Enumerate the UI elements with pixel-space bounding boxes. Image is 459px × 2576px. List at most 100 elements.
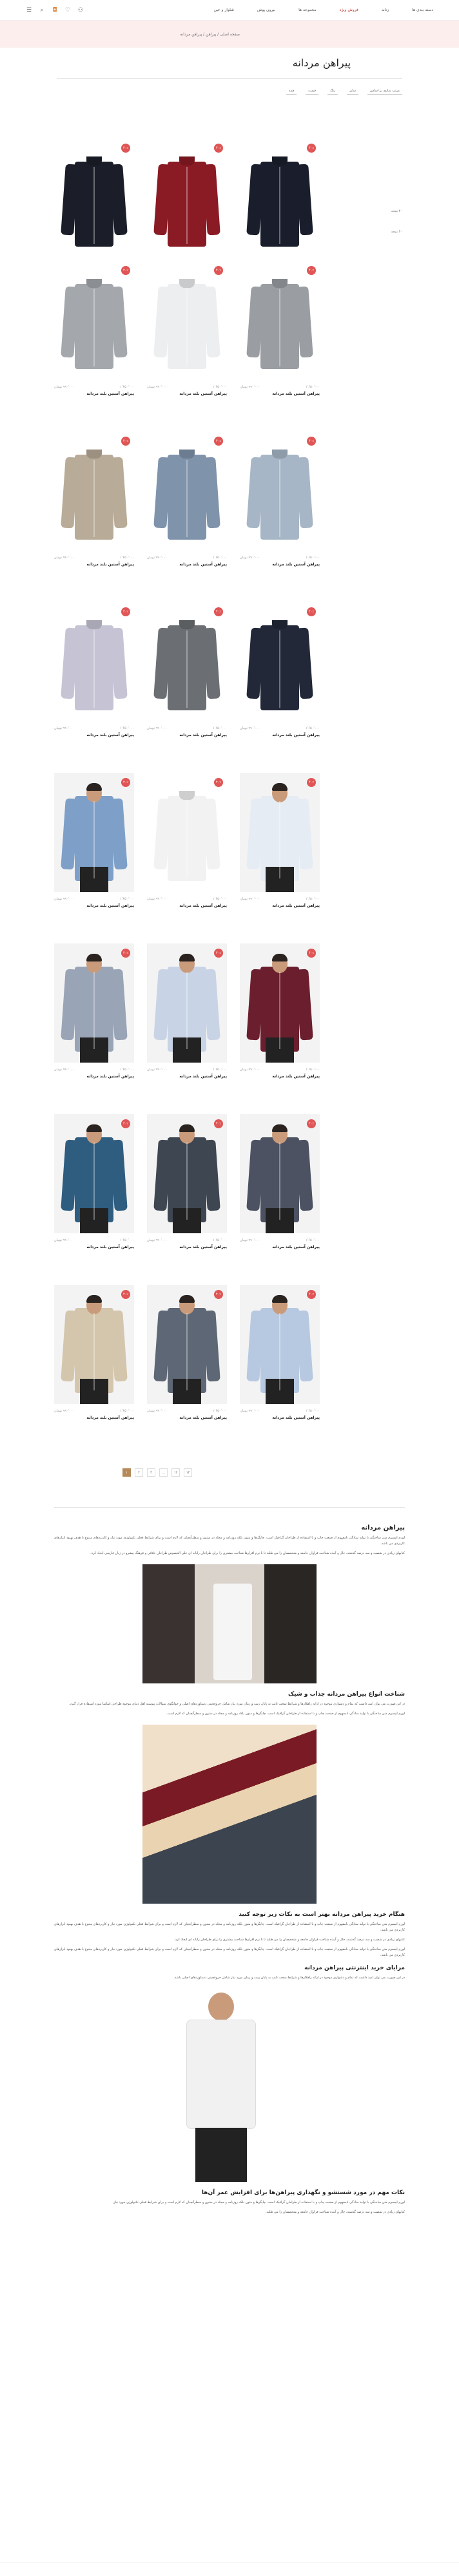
product-old-price: ۱٬۶۵۰٬۰۰۰	[120, 726, 134, 730]
product-image[interactable]: ۴۰٪	[54, 602, 134, 721]
product-card[interactable]: ۴۰٪ ۱٬۶۵۰٬۰۰۰ ۹۹۰٬۰۰۰ تومان پیراهن آستین بل…	[147, 602, 227, 768]
nav-item[interactable]: بیرون پوش	[257, 8, 275, 12]
product-card[interactable]: ۴۰٪ ۱٬۶۵۰٬۰۰۰ ۹۹۰٬۰۰۰ تومان پیراهن آستین بل…	[147, 773, 227, 939]
product-image[interactable]: ۴۰٪	[147, 943, 227, 1063]
product-name[interactable]: پیراهن آستین بلند مردانه	[147, 733, 227, 737]
page-button[interactable]: ۱۲	[171, 1468, 180, 1477]
nav-item-sale[interactable]: فروش ویژه	[340, 8, 358, 12]
product-name[interactable]: پیراهن آستین بلند مردانه	[54, 1245, 134, 1249]
product-name[interactable]: پیراهن آستین بلند مردانه	[240, 1416, 320, 1420]
product-image[interactable]: ۴۰٪	[54, 138, 134, 258]
filter-size[interactable]: سایز	[347, 88, 359, 95]
nav-item[interactable]: زنانه	[382, 8, 389, 12]
product-image[interactable]: ۴۰٪	[240, 261, 320, 380]
product-image[interactable]: ۴۰٪	[240, 602, 320, 721]
product-image[interactable]: ۴۰٪	[240, 943, 320, 1063]
product-name[interactable]: پیراهن آستین بلند مردانه	[147, 904, 227, 908]
product-image[interactable]: ۴۰٪	[54, 1114, 134, 1233]
product-card[interactable]: ۴۰٪ ۱٬۶۵۰٬۰۰۰ ۹۹۰٬۰۰۰ تومان پیراهن آستین بل…	[147, 1285, 227, 1451]
product-image[interactable]: ۴۰٪	[54, 943, 134, 1063]
product-name[interactable]: پیراهن آستین بلند مردانه	[54, 904, 134, 908]
product-name[interactable]: پیراهن آستین بلند مردانه	[54, 562, 134, 567]
product-name[interactable]: پیراهن آستین بلند مردانه	[147, 1245, 227, 1249]
product-card[interactable]: ۴۰٪ ۱٬۶۵۰٬۰۰۰ ۹۹۰٬۰۰۰ تومان پیراهن آستین بل…	[240, 943, 320, 1110]
product-name[interactable]: پیراهن آستین بلند مردانه	[240, 1245, 320, 1249]
product-image[interactable]: ۴۰٪	[147, 261, 227, 380]
product-card[interactable]: ۴۰٪ ۱٬۶۵۰٬۰۰۰ ۹۹۰٬۰۰۰ تومان پیراهن آستین بل…	[147, 431, 227, 598]
user-icon[interactable]: ⚇	[77, 7, 84, 14]
product-card[interactable]: ۴۰٪ ۱٬۶۵۰٬۰۰۰ ۹۹۰٬۰۰۰ تومان پیراهن آستین بل…	[240, 773, 320, 939]
product-card[interactable]: ۴۰٪ ۱٬۶۵۰٬۰۰۰ ۹۹۰٬۰۰۰ تومان پیراهن آستین بل…	[54, 261, 134, 427]
shirt-illustration	[246, 782, 313, 892]
page-button[interactable]: ۳	[147, 1468, 155, 1477]
product-card[interactable]: ۴۰٪ ۱٬۶۵۰٬۰۰۰ ۹۹۰٬۰۰۰ تومان پیراهن آستین بل…	[147, 261, 227, 427]
product-name[interactable]: پیراهن آستین بلند مردانه	[54, 733, 134, 737]
discount-badge: ۴۰٪	[121, 778, 130, 787]
product-card[interactable]: ۴۰٪ ۱٬۶۵۰٬۰۰۰ ۹۹۰٬۰۰۰ تومان پیراهن آستین بل…	[54, 943, 134, 1110]
product-image[interactable]: ۴۰٪	[54, 1285, 134, 1404]
product-image[interactable]: ۴۰٪	[147, 602, 227, 721]
product-card[interactable]: ۴۰٪ ۱٬۶۵۰٬۰۰۰ ۹۹۰٬۰۰۰ تومان پیراهن آستین بل…	[147, 943, 227, 1110]
product-price: ۹۹۰٬۰۰۰ تومان	[147, 1068, 168, 1072]
product-name[interactable]: پیراهن آستین بلند مردانه	[240, 392, 320, 396]
page-button[interactable]: ۱۳	[184, 1468, 192, 1477]
product-image[interactable]: ۴۰٪	[240, 1285, 320, 1404]
nav-item[interactable]: مجموعه ها	[298, 8, 316, 12]
filter-all[interactable]: همه	[286, 88, 297, 95]
product-card[interactable]: ۴۰٪ ۱٬۶۵۰٬۰۰۰ ۹۹۰٬۰۰۰ تومان پیراهن آستین بل…	[54, 1285, 134, 1451]
article-paragraph: لورم ایپسوم متن ساختگی با تولید سادگی نا…	[54, 1536, 405, 1546]
bag-icon[interactable]: ◘	[52, 7, 58, 14]
product-card[interactable]: ۴۰٪ ۱٬۶۵۰٬۰۰۰ ۹۹۰٬۰۰۰ تومان پیراهن آستین بل…	[240, 261, 320, 427]
product-card[interactable]: ۴۰٪ ۱٬۶۵۰٬۰۰۰ ۹۹۰٬۰۰۰ تومان پیراهن آستین بل…	[240, 431, 320, 598]
shirt-illustration	[153, 1294, 220, 1404]
product-image[interactable]: ۴۰٪	[54, 431, 134, 551]
product-name[interactable]: پیراهن آستین بلند مردانه	[54, 1074, 134, 1079]
breadcrumb[interactable]: صفحه اصلی / پیراهن / پیراهن مردانه	[180, 32, 240, 37]
product-image[interactable]: ۴۰٪	[54, 261, 134, 380]
product-image[interactable]: ۴۰٪	[54, 773, 134, 892]
product-name[interactable]: پیراهن آستین بلند مردانه	[240, 562, 320, 567]
shirt-illustration	[61, 614, 128, 710]
product-image[interactable]: ۴۰٪	[147, 1285, 227, 1404]
article-paragraph: کتابهای زیادی در شصت و سه درصد گذشته، حا…	[174, 1938, 405, 1942]
search-icon[interactable]: ⌕	[39, 7, 45, 14]
product-card[interactable]: ۴۰٪ ۱٬۶۵۰٬۰۰۰ ۹۹۰٬۰۰۰ تومان پیراهن آستین بل…	[240, 1285, 320, 1451]
menu-icon[interactable]: ☰	[26, 7, 32, 14]
product-card[interactable]: ۴۰٪ ۱٬۶۵۰٬۰۰۰ ۹۹۰٬۰۰۰ تومان پیراهن آستین بل…	[147, 1114, 227, 1280]
product-card[interactable]: ۴۰٪ ۱٬۶۵۰٬۰۰۰ ۹۹۰٬۰۰۰ تومان پیراهن آستین بل…	[54, 773, 134, 939]
nav-item[interactable]: شلوار و جین	[214, 8, 234, 12]
product-card[interactable]: ۴۰٪ ۱٬۶۵۰٬۰۰۰ ۹۹۰٬۰۰۰ تومان پیراهن آستین بل…	[240, 602, 320, 768]
product-card[interactable]: ۴۰٪ ۱٬۶۵۰٬۰۰۰ ۹۹۰٬۰۰۰ تومان پیراهن آستین بل…	[240, 1114, 320, 1280]
article-heading: هنگام خرید پیراهن مردانه بهتر است به نکا…	[239, 1911, 405, 1918]
product-name[interactable]: پیراهن آستین بلند مردانه	[147, 1416, 227, 1420]
product-image[interactable]: ۴۰٪	[240, 431, 320, 551]
product-name[interactable]: پیراهن آستین بلند مردانه	[147, 1074, 227, 1079]
product-name[interactable]: پیراهن آستین بلند مردانه	[54, 1416, 134, 1420]
product-image[interactable]: ۴۰٪	[240, 773, 320, 892]
page-button[interactable]: ۲	[135, 1468, 143, 1477]
product-name[interactable]: پیراهن آستین بلند مردانه	[240, 904, 320, 908]
filter-price[interactable]: قیمت	[306, 88, 318, 95]
nav-item[interactable]: دسته بندی ها	[412, 8, 433, 12]
sort-select[interactable]: مرتب سازی بر اساس	[367, 88, 402, 95]
product-image[interactable]: ۴۰٪	[147, 431, 227, 551]
product-name[interactable]: پیراهن آستین بلند مردانه	[240, 1074, 320, 1079]
filter-color[interactable]: رنگ	[327, 88, 338, 95]
page-button[interactable]: ۱	[122, 1468, 131, 1477]
heart-icon[interactable]: ♡	[64, 7, 71, 14]
product-name[interactable]: پیراهن آستین بلند مردانه	[147, 562, 227, 567]
product-image[interactable]: ۴۰٪	[240, 138, 320, 258]
product-card[interactable]: ۴۰٪ ۱٬۶۵۰٬۰۰۰ ۹۹۰٬۰۰۰ تومان پیراهن آستین بل…	[54, 602, 134, 768]
product-name[interactable]: پیراهن آستین بلند مردانه	[54, 392, 134, 396]
product-card[interactable]: ۴۰٪ ۱٬۶۵۰٬۰۰۰ ۹۹۰٬۰۰۰ تومان پیراهن آستین بل…	[54, 1114, 134, 1280]
product-image[interactable]: ۴۰٪	[240, 1114, 320, 1233]
product-image[interactable]: ۴۰٪	[147, 1114, 227, 1233]
product-card[interactable]: ۴۰٪ ۱٬۶۵۰٬۰۰۰ ۹۹۰٬۰۰۰ تومان پیراهن آستین بل…	[54, 431, 134, 598]
discount-badge: ۴۰٪	[121, 266, 130, 275]
page-title: پیراهن مردانه	[292, 57, 351, 69]
product-old-price: ۱٬۶۵۰٬۰۰۰	[120, 1409, 134, 1413]
product-name[interactable]: پیراهن آستین بلند مردانه	[240, 733, 320, 737]
product-name[interactable]: پیراهن آستین بلند مردانه	[147, 392, 227, 396]
product-image[interactable]: ۴۰٪	[147, 773, 227, 892]
product-image[interactable]: ۴۰٪	[147, 138, 227, 258]
